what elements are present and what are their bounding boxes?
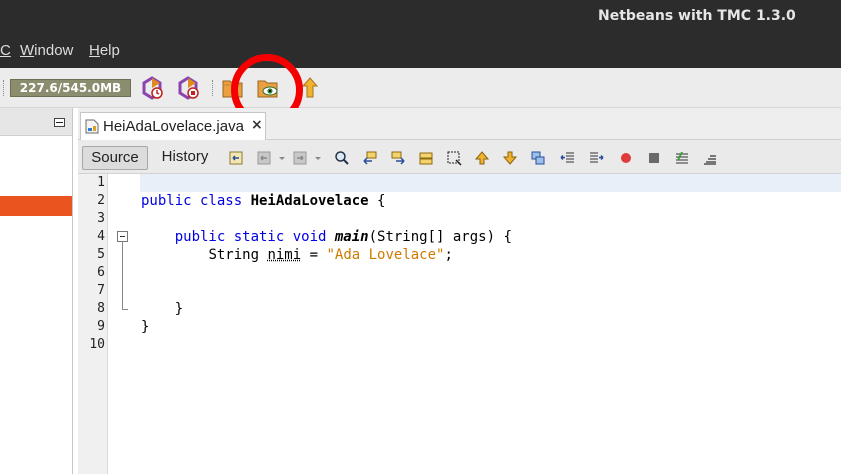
memory-indicator[interactable]: 227.6/545.0MB xyxy=(10,79,131,97)
editor-toolbar: Source History xyxy=(78,140,841,174)
uncomment-icon[interactable] xyxy=(702,150,718,166)
line-number: 10 xyxy=(89,337,105,352)
line-number: 8 xyxy=(97,301,105,316)
code-line-2: public class HeiAdaLovelace { xyxy=(141,192,512,210)
fold-line xyxy=(122,242,123,309)
back-icon[interactable] xyxy=(256,150,272,166)
class-name: HeiAdaLovelace xyxy=(250,193,369,209)
menu-item-help[interactable]: Help xyxy=(89,42,120,59)
line-number: 9 xyxy=(97,319,105,334)
tab-label: HeiAdaLovelace.java xyxy=(103,118,244,135)
closing-brace: } xyxy=(174,301,184,317)
chevron-down-icon-2[interactable] xyxy=(310,150,326,166)
line-numbers: 1 2 3 4 5 6 7 8 9 10 xyxy=(78,174,105,354)
menu-item-window-rest: indow xyxy=(34,42,74,59)
code-params: (String[] args) { xyxy=(368,229,512,245)
projects-panel-header xyxy=(0,108,72,136)
closing-brace: } xyxy=(141,319,150,335)
fold-toggle-icon[interactable] xyxy=(117,231,128,242)
line-number: 2 xyxy=(97,193,105,208)
history-button[interactable]: History xyxy=(152,146,218,170)
selected-project-row[interactable] xyxy=(0,196,72,216)
shift-right-icon[interactable] xyxy=(588,150,604,166)
variable-name: nimi xyxy=(267,247,302,263)
rect-select-icon[interactable] xyxy=(446,150,462,166)
code-line-9: } xyxy=(141,318,512,336)
projects-panel xyxy=(0,108,73,474)
close-icon[interactable]: × xyxy=(251,117,263,133)
toggle-highlight-icon[interactable] xyxy=(418,150,434,166)
shift-left-icon[interactable] xyxy=(560,150,576,166)
toolbar-grip-2[interactable] xyxy=(212,80,215,96)
code-punct: { xyxy=(368,193,386,209)
profile-stop-icon[interactable] xyxy=(176,76,200,100)
keyword: public static void xyxy=(174,229,335,245)
menu-item-help-rest: elp xyxy=(99,42,120,59)
editor-tab-bar: HeiAdaLovelace.java × xyxy=(78,108,841,140)
string-literal: "Ada Lovelace" xyxy=(326,247,445,263)
profile-snapshot-icon[interactable] xyxy=(140,76,164,100)
toggle-bookmark-icon[interactable] xyxy=(530,150,546,166)
code-operator: = xyxy=(301,247,327,263)
code-semicolon: ; xyxy=(444,247,453,263)
search-icon[interactable] xyxy=(334,150,350,166)
toolbar-grip[interactable] xyxy=(3,80,6,96)
line-number: 7 xyxy=(97,283,105,298)
title-bar: Netbeans with TMC 1.3.0 xyxy=(0,0,841,36)
line-number: 1 xyxy=(97,175,105,190)
source-button[interactable]: Source xyxy=(82,146,148,170)
previous-bookmark-icon[interactable] xyxy=(474,150,490,166)
code-text: public class HeiAdaLovelace { public sta… xyxy=(141,174,512,354)
line-number: 5 xyxy=(97,247,105,262)
forward-icon[interactable] xyxy=(292,150,308,166)
last-edit-icon[interactable] xyxy=(228,150,244,166)
comment-icon[interactable] xyxy=(674,150,690,166)
fold-end xyxy=(122,309,128,310)
stop-macro-icon[interactable] xyxy=(646,150,662,166)
window-title: Netbeans with TMC 1.3.0 xyxy=(598,8,796,24)
menu-item-tmc[interactable]: C xyxy=(0,42,11,59)
code-line-4: public static void main(String[] args) { xyxy=(141,228,512,246)
keyword: public class xyxy=(141,193,251,209)
find-next-icon[interactable] xyxy=(390,150,406,166)
type-name: String xyxy=(208,247,268,263)
next-bookmark-icon[interactable] xyxy=(502,150,518,166)
method-name: main xyxy=(334,229,369,245)
menu-item-window[interactable]: Window xyxy=(20,42,73,59)
code-line-5: String nimi = "Ada Lovelace"; xyxy=(141,246,512,264)
line-number: 3 xyxy=(97,211,105,226)
line-number: 6 xyxy=(97,265,105,280)
java-file-icon xyxy=(85,119,99,134)
record-macro-icon[interactable] xyxy=(618,150,634,166)
tab-heiadalovelace[interactable]: HeiAdaLovelace.java × xyxy=(80,112,266,140)
code-line-8: } xyxy=(141,300,512,318)
line-number: 4 xyxy=(97,229,105,244)
find-previous-icon[interactable] xyxy=(362,150,378,166)
menu-bar: C Window Help xyxy=(0,36,841,68)
main-toolbar: 227.6/545.0MB xyxy=(0,68,841,108)
minimize-icon[interactable] xyxy=(54,118,65,127)
chevron-down-icon[interactable] xyxy=(274,150,290,166)
